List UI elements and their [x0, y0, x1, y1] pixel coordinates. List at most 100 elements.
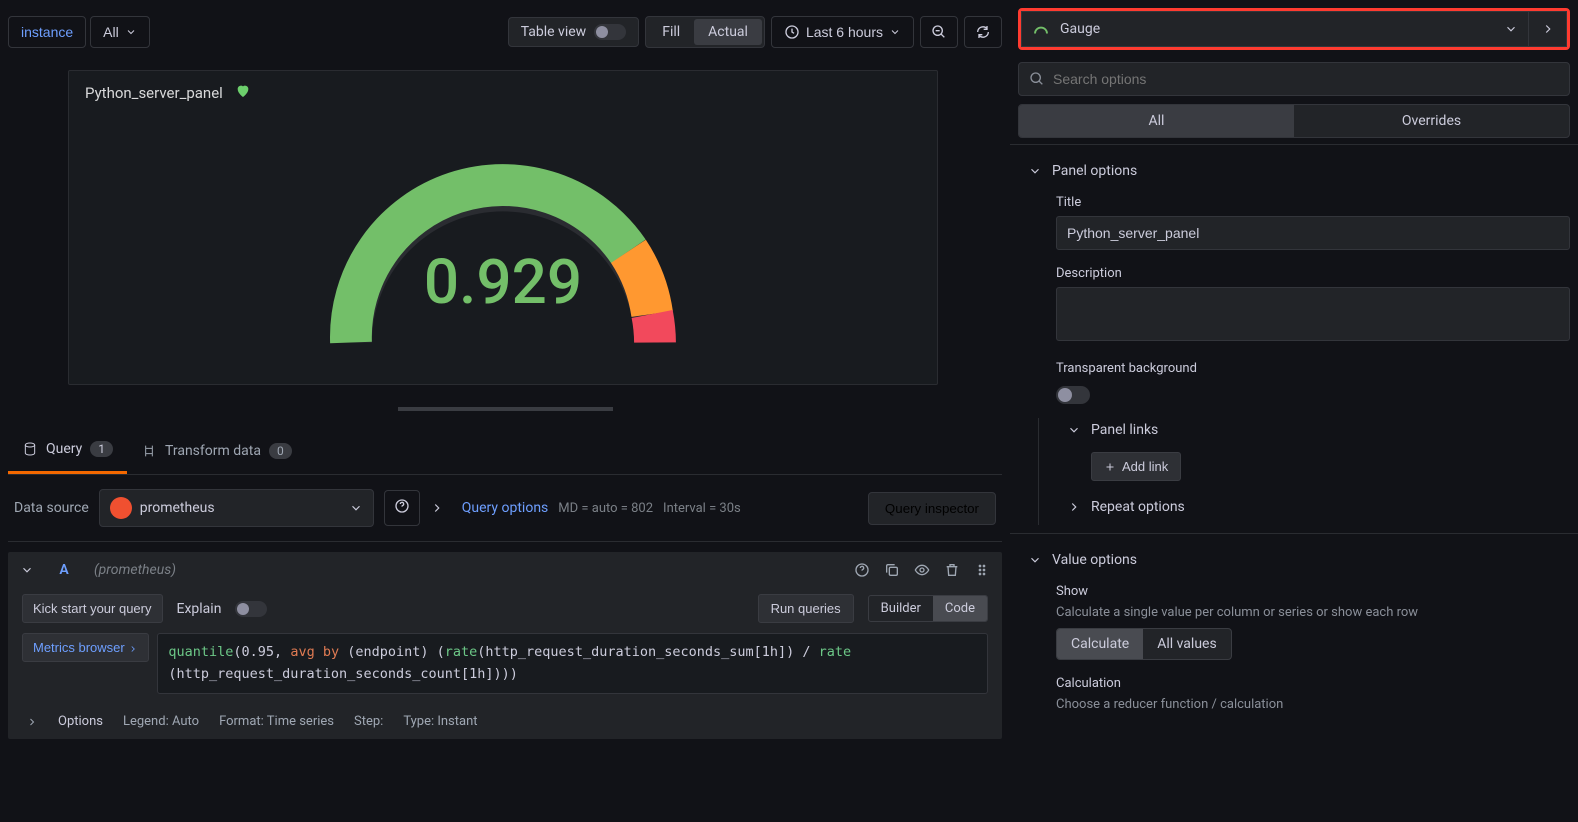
add-link-label: Add link: [1122, 459, 1168, 474]
actual-option[interactable]: Actual: [694, 19, 762, 45]
query-md-meta: MD = auto = 802: [558, 501, 653, 516]
panel-title: Python_server_panel: [85, 84, 223, 102]
add-link-button[interactable]: Add link: [1091, 452, 1181, 481]
all-tab[interactable]: All: [1019, 105, 1294, 137]
time-range-picker[interactable]: Last 6 hours: [771, 16, 914, 48]
chevron-down-icon: [1067, 423, 1081, 437]
time-range-label: Last 6 hours: [806, 24, 883, 40]
transform-tab-label: Transform data: [165, 443, 261, 459]
table-view-label: Table view: [521, 24, 587, 40]
datasource-help-button[interactable]: [384, 490, 420, 526]
show-label: Show: [1056, 584, 1570, 599]
transform-count-badge: 0: [269, 443, 292, 459]
drag-handle-icon[interactable]: [974, 562, 990, 578]
collapse-sidebar-button[interactable]: [1529, 11, 1567, 47]
database-icon: [22, 441, 38, 457]
value-options-header[interactable]: Value options: [1028, 548, 1570, 578]
chevron-down-icon: [889, 26, 901, 38]
query-code-editor[interactable]: quantile(0.95, avg by (endpoint) (rate(h…: [157, 633, 988, 694]
fill-option[interactable]: Fill: [648, 19, 694, 45]
options-label[interactable]: Options: [58, 714, 103, 729]
chevron-down-icon: [1028, 553, 1042, 567]
visualization-name: Gauge: [1060, 21, 1100, 37]
visualization-picker[interactable]: Gauge: [1021, 11, 1529, 47]
title-input[interactable]: [1056, 216, 1570, 250]
step-label: Step:: [354, 714, 383, 729]
query-interval-meta: Interval = 30s: [663, 501, 741, 516]
panel-links-header[interactable]: Panel links: [1067, 418, 1570, 448]
repeat-options-header[interactable]: Repeat options: [1067, 495, 1570, 525]
builder-code-toggle: Builder Code: [868, 595, 988, 622]
transparent-bg-toggle[interactable]: [1056, 386, 1090, 404]
toolbar: instance All Table view Fill Actual Last: [8, 0, 1002, 58]
run-queries-button[interactable]: Run queries: [758, 594, 854, 623]
clock-icon: [784, 24, 800, 40]
metrics-browser-button[interactable]: Metrics browser: [22, 633, 149, 662]
chevron-down-icon: [1028, 164, 1042, 178]
eye-icon[interactable]: [914, 562, 930, 578]
query-count-badge: 1: [90, 441, 113, 457]
help-icon[interactable]: [854, 562, 870, 578]
instance-value-dropdown[interactable]: All: [90, 16, 150, 48]
plus-icon: [1104, 461, 1116, 473]
overrides-tab[interactable]: Overrides: [1294, 105, 1569, 137]
chevron-right-icon: [128, 644, 138, 654]
chevron-down-icon: [1504, 22, 1518, 36]
format-label: Format: Time series: [219, 714, 334, 729]
transform-icon: [141, 443, 157, 459]
duplicate-icon[interactable]: [884, 562, 900, 578]
chevron-right-icon[interactable]: [26, 716, 38, 728]
refresh-button[interactable]: [964, 16, 1002, 48]
chevron-right-icon: [1067, 500, 1081, 514]
code-option[interactable]: Code: [933, 596, 987, 621]
table-view-switch[interactable]: [594, 24, 626, 40]
zoom-out-button[interactable]: [920, 16, 958, 48]
query-tab[interactable]: Query 1: [8, 427, 127, 474]
datasource-name: prometheus: [140, 500, 215, 516]
heart-icon: [235, 83, 251, 103]
value-options-label: Value options: [1052, 552, 1137, 568]
chevron-right-icon[interactable]: [430, 501, 444, 515]
title-field-label: Title: [1056, 195, 1570, 210]
help-icon: [394, 498, 410, 514]
chevron-down-icon: [349, 501, 363, 515]
datasource-select[interactable]: prometheus: [99, 489, 374, 527]
chevron-right-icon: [1541, 22, 1555, 36]
show-help: Calculate a single value per column or s…: [1056, 605, 1570, 620]
explain-toggle[interactable]: [235, 601, 267, 617]
options-sidebar: Gauge All Overrides Panel options: [1010, 0, 1578, 822]
gauge-value: 0.929: [424, 246, 582, 319]
all-values-option[interactable]: All values: [1143, 629, 1230, 659]
query-options-link[interactable]: Query options: [462, 500, 549, 516]
builder-option[interactable]: Builder: [869, 596, 933, 621]
gauge-chart: [313, 113, 693, 363]
instance-value-label: All: [103, 24, 119, 40]
calculation-label: Calculation: [1056, 676, 1570, 691]
kick-start-button[interactable]: Kick start your query: [22, 594, 163, 623]
datasource-label: Data source: [14, 500, 89, 516]
calculate-option[interactable]: Calculate: [1057, 629, 1143, 659]
search-icon: [1029, 71, 1045, 87]
search-options-field[interactable]: [1053, 71, 1559, 87]
instance-variable[interactable]: instance: [8, 16, 86, 48]
transparent-bg-label: Transparent background: [1056, 361, 1570, 376]
description-input[interactable]: [1056, 287, 1570, 341]
explain-label: Explain: [177, 601, 222, 617]
panel-links-label: Panel links: [1091, 422, 1158, 438]
chevron-down-icon[interactable]: [20, 563, 34, 577]
panel-options-header[interactable]: Panel options: [1028, 159, 1570, 189]
trash-icon[interactable]: [944, 562, 960, 578]
query-inspector-button[interactable]: Query inspector: [868, 492, 996, 525]
refresh-icon: [975, 24, 991, 40]
query-tab-label: Query: [46, 441, 82, 457]
metrics-browser-label: Metrics browser: [33, 640, 125, 655]
chevron-down-icon: [125, 26, 137, 38]
legend-label: Legend: Auto: [123, 714, 199, 729]
description-field-label: Description: [1056, 266, 1570, 281]
horizontal-scrollbar[interactable]: [398, 407, 613, 411]
zoom-out-icon: [931, 24, 947, 40]
panel-options-label: Panel options: [1052, 163, 1137, 179]
search-options-input[interactable]: [1018, 62, 1570, 96]
table-view-toggle[interactable]: Table view: [508, 17, 640, 47]
transform-tab[interactable]: Transform data 0: [127, 427, 306, 474]
